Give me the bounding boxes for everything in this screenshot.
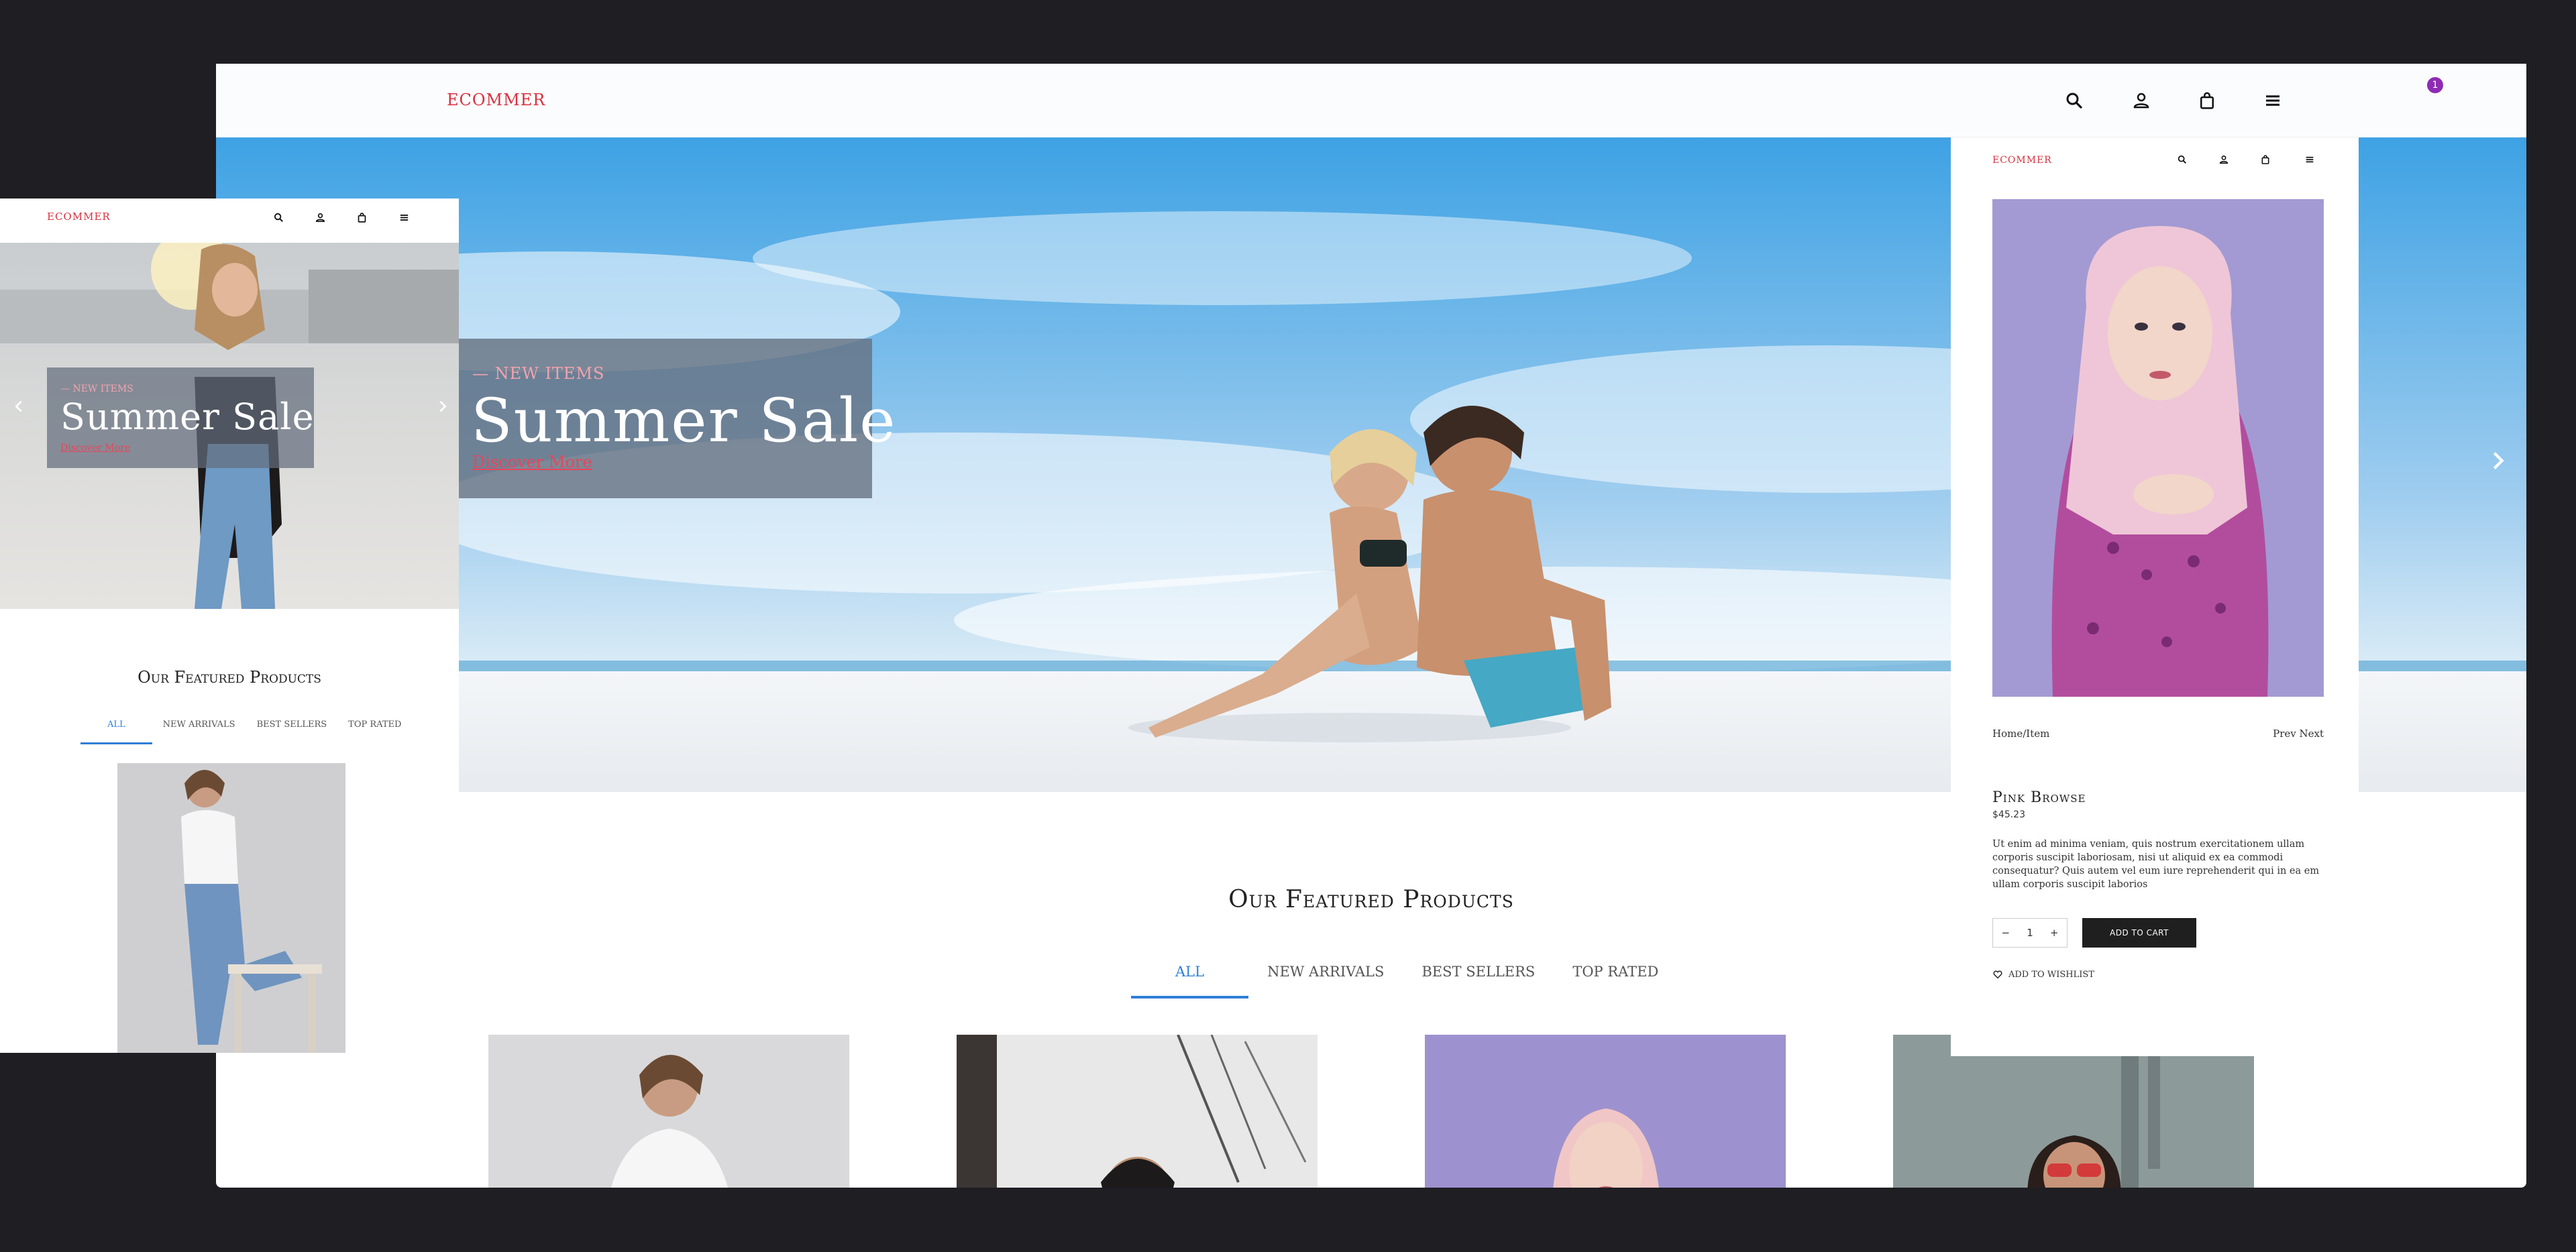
detail-logo[interactable]: ECOMMER [1992, 155, 2052, 166]
chevron-right-icon[interactable] [2485, 447, 2512, 474]
cart-count-badge: 1 [2427, 77, 2443, 93]
product-card[interactable] [1425, 1035, 1786, 1188]
product-card[interactable] [488, 1035, 849, 1188]
home-mobile-screen: ECOMMER — NEW ITEMS Summer Sale Discover… [0, 198, 459, 1053]
search-icon[interactable] [2061, 87, 2088, 114]
hero-title: Summer Sale [471, 386, 897, 456]
user-icon[interactable] [312, 209, 328, 225]
mobile-product-filter-tabs: ALL NEW ARRIVALS BEST SELLERS TOP RATED [80, 715, 412, 744]
product-name: Pink Browse [1992, 789, 2086, 806]
mobile-featured-products-title: Our Featured Products [0, 668, 459, 687]
product-card[interactable] [1893, 1035, 2254, 1188]
search-icon[interactable] [270, 209, 286, 225]
mobile-hero-caption-box: — NEW ITEMS Summer Sale Discover More [47, 367, 314, 468]
mobile-tab-best-sellers[interactable]: BEST SELLERS [246, 715, 338, 744]
menu-icon[interactable] [2259, 87, 2286, 114]
product-description: Ut enim ad minima veniam, quis nostrum e… [1992, 839, 2320, 890]
menu-icon[interactable] [396, 209, 412, 225]
chevron-left-icon[interactable] [9, 397, 28, 416]
user-icon[interactable] [2128, 87, 2155, 114]
tab-top-rated[interactable]: TOP RATED [1554, 958, 1677, 999]
user-icon[interactable] [2216, 152, 2231, 167]
mobile-logo[interactable]: ECOMMER [47, 211, 111, 223]
product-filter-tabs: ALL NEW ARRIVALS BEST SELLERS TOP RATED [1131, 958, 1677, 999]
chevron-right-icon[interactable] [433, 397, 452, 416]
product-price: $45.23 [1992, 809, 2025, 820]
mobile-tab-top-rated[interactable]: TOP RATED [337, 715, 412, 744]
add-to-cart-button[interactable]: ADD TO CART [2082, 918, 2196, 948]
tab-best-sellers[interactable]: BEST SELLERS [1403, 958, 1554, 999]
product-image [1893, 1035, 2254, 1188]
menu-icon[interactable] [2302, 152, 2317, 167]
mobile-featured-title-light: Our Featured [138, 668, 245, 687]
qty-value[interactable]: 1 [2027, 927, 2033, 939]
tab-all[interactable]: ALL [1131, 958, 1249, 999]
discover-more-link[interactable]: Discover More [472, 453, 592, 471]
product-image [488, 1035, 849, 1188]
mobile-hero-carousel: — NEW ITEMS Summer Sale Discover More [0, 243, 459, 609]
search-icon[interactable] [2175, 152, 2190, 167]
hero-eyebrow: — NEW ITEMS [472, 364, 605, 383]
product-detail-mobile-screen: ECOMMER Home/Item Prev Next Pink Browse … [1951, 137, 2359, 1056]
shopping-bag-icon[interactable] [354, 209, 370, 225]
mobile-tab-new-arrivals[interactable]: NEW ARRIVALS [152, 715, 246, 744]
featured-title-light: Our Featured [1228, 886, 1395, 913]
breadcrumb[interactable]: Home/Item [1992, 728, 2049, 740]
mobile-hero-title: Summer Sale [60, 396, 315, 438]
wishlist-label: ADD TO WISHLIST [2008, 969, 2094, 980]
product-image [1425, 1035, 1786, 1188]
mobile-product-image [117, 763, 345, 1053]
add-to-wishlist-link[interactable]: ADD TO WISHLIST [1992, 969, 2094, 980]
mobile-product-card[interactable] [117, 763, 345, 1053]
qty-decrement-button[interactable]: − [2002, 927, 2010, 939]
qty-increment-button[interactable]: + [2050, 927, 2059, 939]
featured-title-bold: Products [1403, 886, 1514, 913]
product-card[interactable] [957, 1035, 1318, 1188]
shopping-bag-icon[interactable] [2258, 152, 2273, 167]
mobile-hero-eyebrow: — NEW ITEMS [60, 384, 133, 394]
shopping-bag-icon[interactable] [2194, 87, 2220, 114]
mobile-discover-more-link[interactable]: Discover More [60, 443, 130, 453]
heart-icon [1992, 969, 2003, 980]
hero-caption-box: — NEW ITEMS Summer Sale Discover More [459, 339, 896, 498]
mobile-featured-title-bold: Products [250, 668, 321, 687]
mobile-tab-all[interactable]: ALL [80, 715, 152, 744]
product-image [957, 1035, 1318, 1188]
product-main-image [1992, 199, 2324, 697]
prev-next-nav[interactable]: Prev Next [2273, 728, 2324, 740]
site-header: ECOMMER 1 [216, 64, 2526, 137]
tab-new-arrivals[interactable]: NEW ARRIVALS [1248, 958, 1403, 999]
site-logo[interactable]: ECOMMER [447, 91, 545, 109]
quantity-stepper: − 1 + [1992, 918, 2068, 948]
